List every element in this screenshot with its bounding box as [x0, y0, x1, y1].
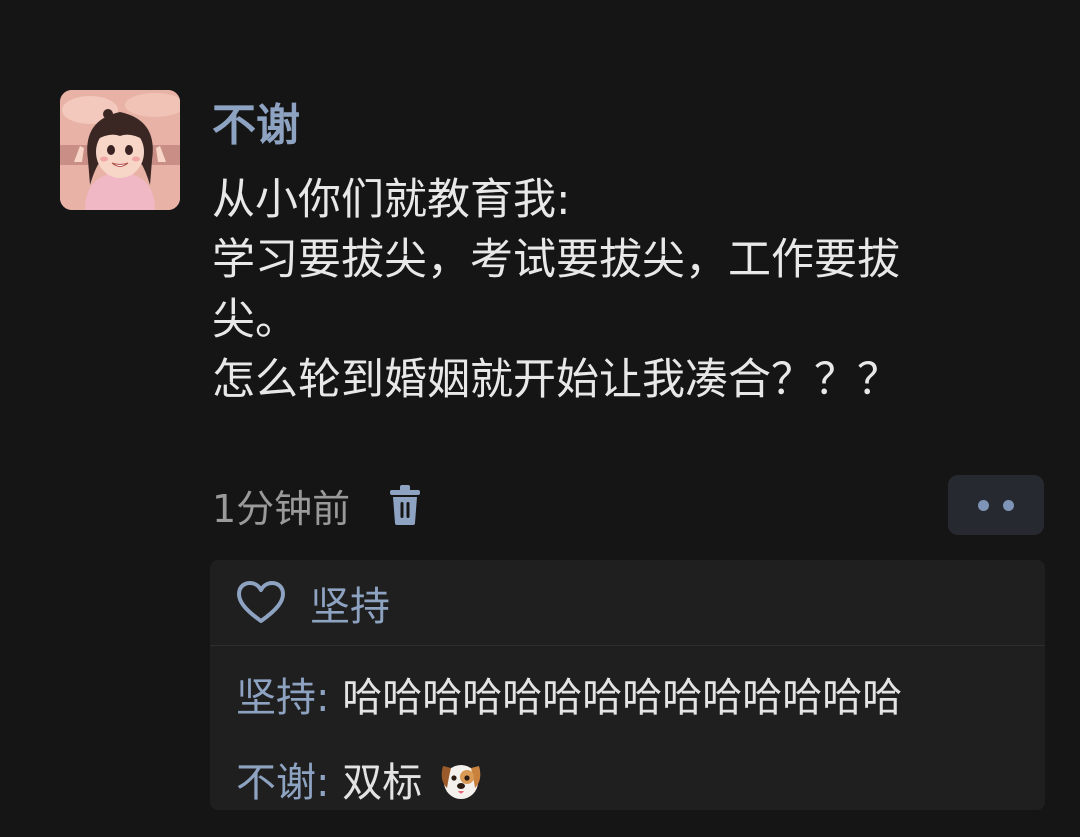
reply-item[interactable]: 坚持: 哈哈哈哈哈哈哈哈哈哈哈哈哈哈: [236, 665, 902, 723]
avatar-image: [60, 90, 180, 210]
reply-text: 哈哈哈哈哈哈哈哈哈哈哈哈哈哈: [342, 675, 903, 721]
avatar[interactable]: [60, 90, 180, 210]
reply-separator: :: [316, 675, 343, 721]
comment-line: 怎么轮到婚姻就开始让我凑合？？？: [212, 355, 900, 405]
comment-meta: 1分钟前: [212, 480, 422, 531]
like-user-name[interactable]: 坚持: [310, 574, 390, 632]
reply-item[interactable]: 不谢: 双标: [236, 750, 485, 808]
more-dots-icon: [978, 499, 989, 511]
comment-line: 学习要拔尖，考试要拔尖，工作要拔: [212, 235, 900, 285]
comment-line: 从小你们就教育我:: [212, 175, 571, 225]
heart-outline-icon[interactable]: [236, 580, 286, 625]
comment-page: 不谢 从小你们就教育我: 学习要拔尖，考试要拔尖，工作要拔 尖。 怎么轮到婚姻就…: [0, 0, 1080, 837]
reply-author[interactable]: 不谢: [236, 760, 316, 806]
reply-author[interactable]: 坚持: [236, 675, 316, 721]
reply-text: 双标: [342, 760, 423, 806]
comment-author[interactable]: 不谢: [212, 100, 300, 152]
dog-face-emoji: [441, 765, 481, 799]
comment-line: 尖。: [212, 295, 298, 345]
more-options-button[interactable]: [948, 475, 1044, 535]
reply-separator: :: [316, 760, 343, 806]
likes-row: 坚持: [210, 560, 1045, 646]
trash-icon[interactable]: [388, 485, 422, 525]
more-dots-icon: [1003, 499, 1014, 511]
comment-body: 从小你们就教育我: 学习要拔尖，考试要拔尖，工作要拔 尖。 怎么轮到婚姻就开始让…: [212, 170, 1042, 410]
interaction-panel: 坚持 坚持: 哈哈哈哈哈哈哈哈哈哈哈哈哈哈 不谢: 双标: [210, 560, 1045, 810]
comment-timestamp: 1分钟前: [212, 486, 351, 531]
